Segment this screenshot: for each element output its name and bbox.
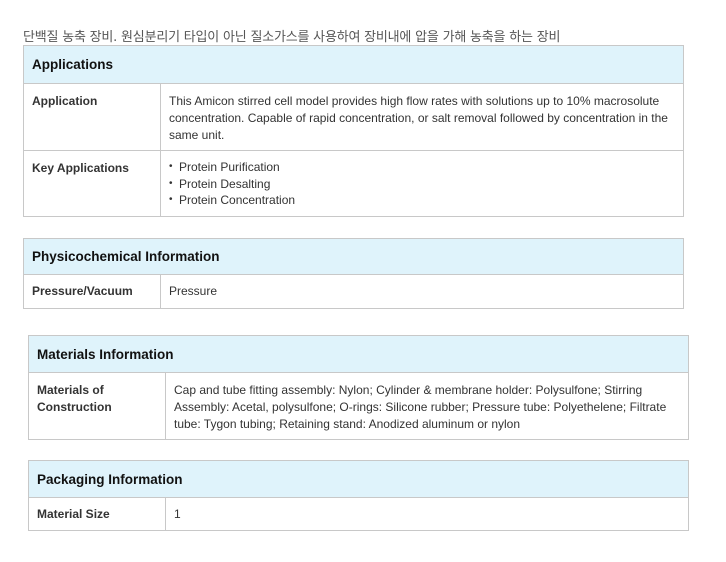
list-item: Protein Concentration <box>169 192 675 209</box>
construction-label: Materials of Construction <box>29 373 166 439</box>
application-label: Application <box>24 84 161 150</box>
application-value: This Amicon stirred cell model provides … <box>169 94 668 142</box>
construction-row: Materials of Construction Cap and tube f… <box>29 373 688 439</box>
physicochemical-section: Physicochemical Information Pressure/Vac… <box>23 238 684 309</box>
materials-section: Materials Information Materials of Const… <box>28 335 689 440</box>
packaging-title: Packaging Information <box>37 471 183 487</box>
application-row: Application This Amicon stirred cell mod… <box>24 84 683 151</box>
materials-header: Materials Information <box>29 336 688 373</box>
packaging-section: Packaging Information Material Size 1 <box>28 460 689 531</box>
material-size-label: Material Size <box>29 498 166 530</box>
physicochemical-title: Physicochemical Information <box>32 249 220 264</box>
construction-value: Cap and tube fitting assembly: Nylon; Cy… <box>174 383 667 431</box>
applications-section: Applications Application This Amicon sti… <box>23 45 684 217</box>
packaging-header: Packaging Information <box>29 461 688 498</box>
material-size-value: 1 <box>174 507 181 521</box>
intro-text: 단백질 농축 장비. 원심분리기 타입이 아닌 질소가스를 사용하여 장비내에 … <box>23 30 561 45</box>
physicochemical-header: Physicochemical Information <box>24 239 683 275</box>
list-item: Protein Desalting <box>169 176 675 193</box>
key-applications-row: Key Applications Protein Purification Pr… <box>24 151 683 216</box>
pressure-label: Pressure/Vacuum <box>24 275 161 308</box>
materials-title: Materials Information <box>37 346 174 362</box>
list-item: Protein Purification <box>169 159 675 176</box>
pressure-row: Pressure/Vacuum Pressure <box>24 275 683 308</box>
applications-header: Applications <box>24 46 683 84</box>
applications-title: Applications <box>32 57 114 72</box>
pressure-value: Pressure <box>169 284 218 298</box>
material-size-row: Material Size 1 <box>29 498 688 530</box>
key-applications-list: Protein Purification Protein Desalting P… <box>169 159 675 209</box>
key-applications-value: Protein Purification Protein Desalting P… <box>161 151 683 216</box>
key-applications-label: Key Applications <box>24 151 161 216</box>
